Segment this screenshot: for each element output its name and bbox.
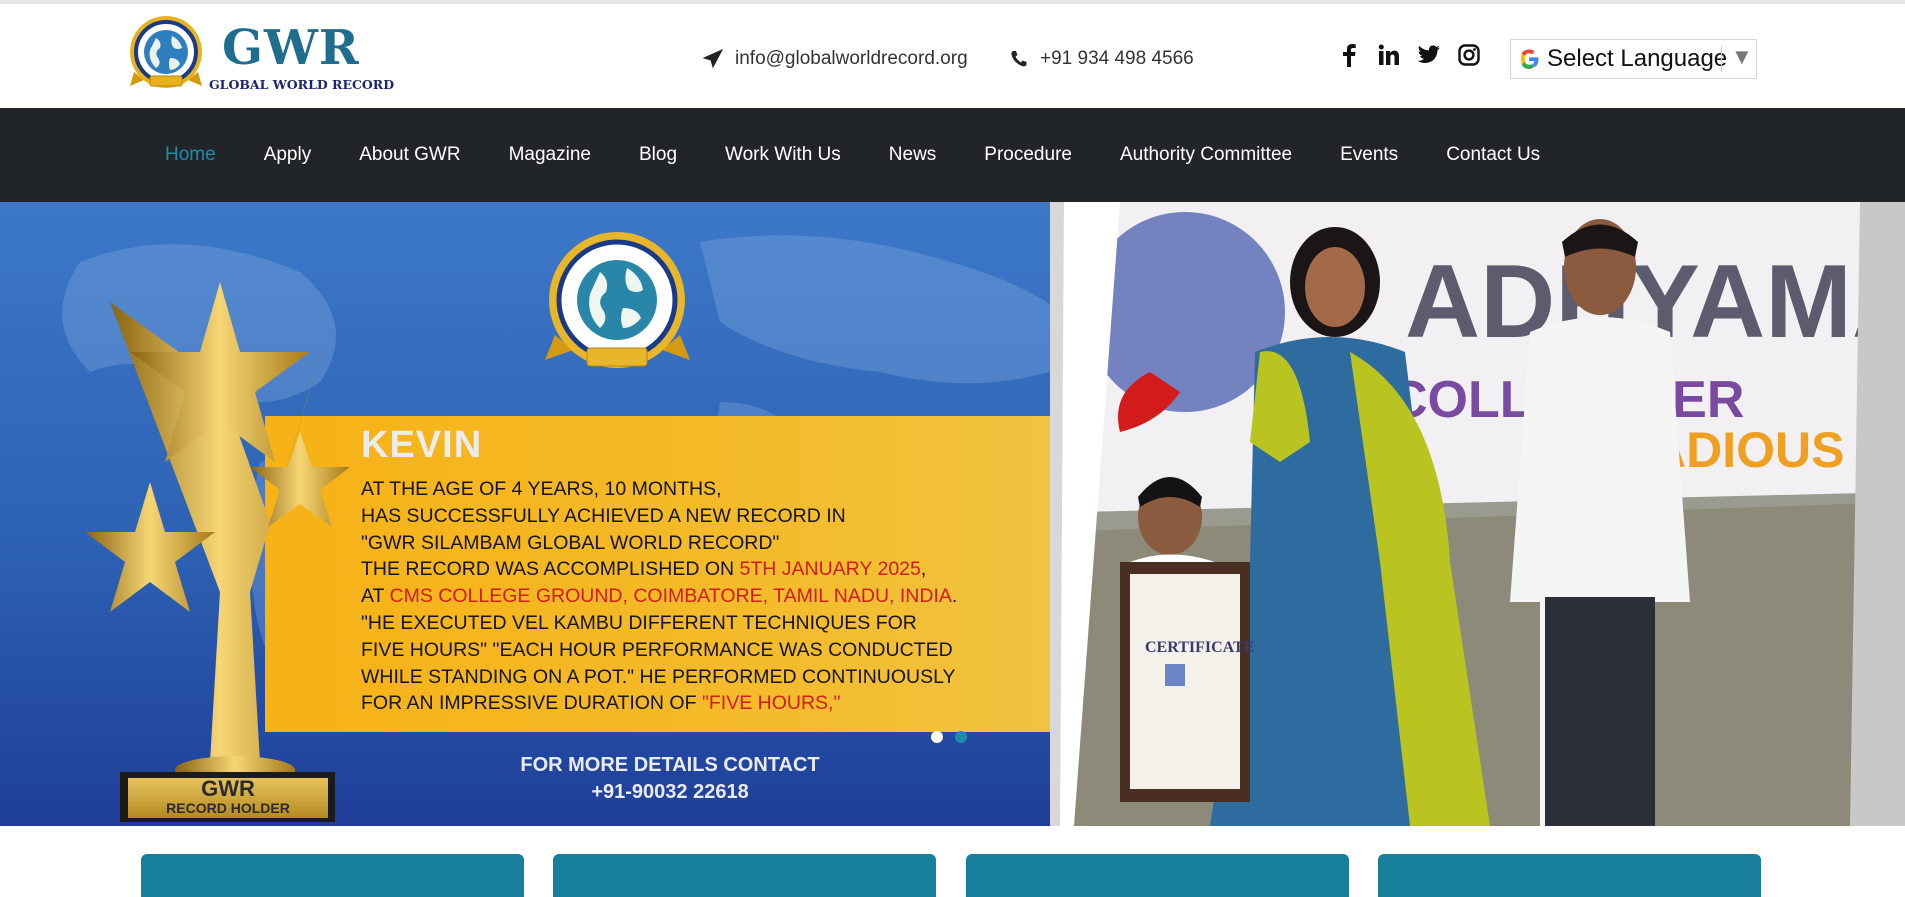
nav-item-blog[interactable]: Blog [615,144,701,166]
slider-dot-1[interactable] [931,731,943,743]
slider-dots [931,731,979,743]
language-divider [1721,46,1722,72]
record-line: AT THE AGE OF 4 YEARS, 10 MONTHS, [361,478,722,500]
phone-text: +91 934 498 4566 [1040,48,1194,69]
email-contact[interactable]: info@globalworldrecord.org [703,48,968,70]
record-line: WHILE STANDING ON A POT." HE PERFORMED C… [361,665,956,688]
email-text: info@globalworldrecord.org [735,48,968,69]
record-line: FIVE HOURS" "EACH HOUR PERFORMANCE WAS C… [361,638,953,661]
gwr-badge-icon [130,16,202,88]
record-line: HAS SUCCESSFULLY ACHIEVED A NEW RECORD I… [361,504,846,527]
phone-icon [1011,51,1027,67]
feature-cards [0,826,1905,897]
nav-item-apply[interactable]: Apply [240,144,336,166]
trophy-icon [85,282,350,790]
nav-item-work-with-us[interactable]: Work With Us [701,144,865,166]
record-holder-plate: GWR RECORD HOLDER [120,772,335,822]
slider-dot-2[interactable] [955,731,967,743]
language-label: Select Language [1547,45,1728,72]
plate-title: GWR [201,776,255,801]
record-description: AT THE AGE OF 4 YEARS, 10 MONTHS, HAS SU… [361,476,1011,717]
phone-contact[interactable]: +91 934 498 4566 [1010,48,1194,70]
nav-item-about-gwr[interactable]: About GWR [335,144,484,166]
dropdown-arrow-icon: ▼ [1731,44,1753,69]
record-line: "GWR SILAMBAM GLOBAL WORLD RECORD" [361,531,780,554]
instagram-icon[interactable] [1456,42,1482,68]
record-duration: "FIVE HOURS," [701,692,841,715]
record-date: 5TH JANUARY 2025 [739,558,921,581]
record-line: "HE EXECUTED VEL KAMBU DIFFERENT TECHNIQ… [361,611,917,634]
award-photo: ADHYAMAA COLL GINEER ADIOUS CERTIFICATE [1050,202,1905,826]
nav-item-authority-committee[interactable]: Authority Committee [1096,144,1316,166]
site-logo[interactable]: GWR GLOBAL WORLD RECORD [126,14,394,100]
linkedin-icon[interactable] [1376,42,1402,68]
record-line: THE RECORD WAS ACCOMPLISHED ON 5TH JANUA… [361,558,927,581]
google-icon [1520,49,1539,69]
feature-card-3[interactable] [966,854,1349,897]
paper-plane-icon [703,49,723,69]
nav-item-home[interactable]: Home [141,144,240,166]
twitter-icon[interactable] [1416,42,1442,68]
feature-card-1[interactable] [141,854,524,897]
nav-item-procedure[interactable]: Procedure [960,144,1096,166]
record-line: AT CMS COLLEGE GROUND, COIMBATORE, TAMIL… [361,585,958,608]
feature-card-2[interactable] [553,854,936,897]
record-location: CMS COLLEGE GROUND, COIMBATORE, TAMIL NA… [389,585,952,608]
logo-text: GWR [222,20,360,76]
record-holder-name: KEVIN [361,424,483,466]
plate-subtitle: RECORD HOLDER [166,800,290,816]
language-select[interactable]: Select Language ▼ [1510,39,1757,79]
feature-card-4[interactable] [1378,854,1761,897]
logo-subtitle: GLOBAL WORLD RECORD [209,77,395,92]
more-details-contact: FOR MORE DETAILS CONTACT +91-90032 22618 [520,754,820,803]
nav-item-events[interactable]: Events [1316,144,1422,166]
nav-item-magazine[interactable]: Magazine [485,144,615,166]
social-links [1336,42,1496,68]
record-line: FOR AN IMPRESSIVE DURATION OF "FIVE HOUR… [361,692,841,715]
gwr-seal-icon [545,232,690,368]
nav-item-contact-us[interactable]: Contact Us [1422,144,1564,166]
svg-text:CERTIFICATE: CERTIFICATE [1145,639,1254,656]
site-header: GWR GLOBAL WORLD RECORD info@globalworld… [0,4,1905,108]
nav-list: Home Apply About GWR Magazine Blog Work With … [141,108,1564,202]
main-navigation: Home Apply About GWR Magazine Blog Work With … [0,108,1905,202]
hero-slider[interactable]: GWR RECORD HOLDER KEVIN AT THE AGE OF 4 … [0,202,1905,826]
nav-item-news[interactable]: News [865,144,961,166]
facebook-icon[interactable] [1336,42,1362,68]
